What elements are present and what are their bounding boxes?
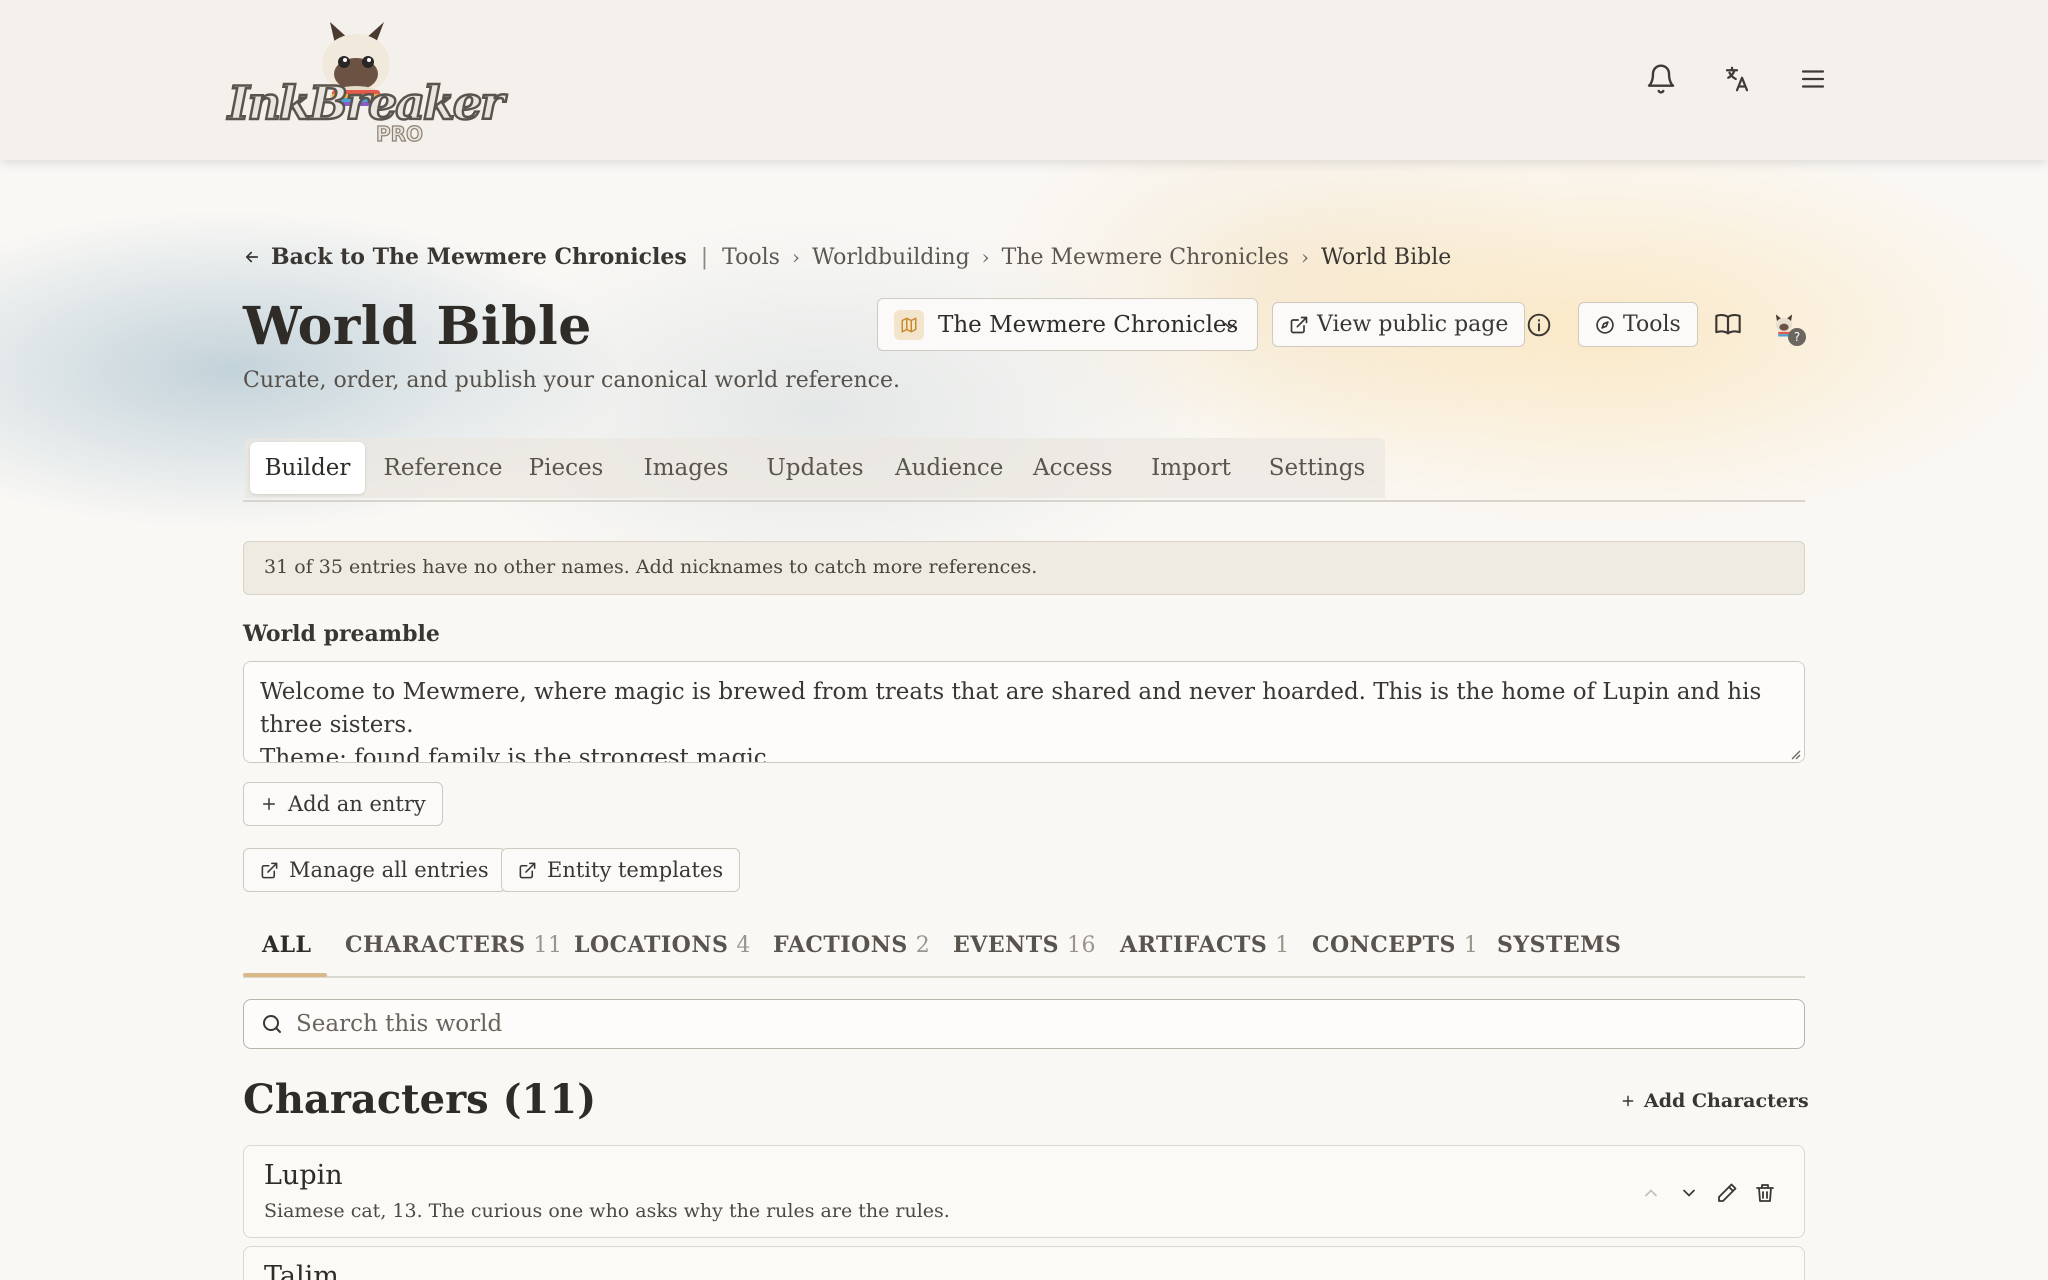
- category-tabs: ALL CHARACTERS 11 LOCATIONS 4 FACTIONS 2 EV…: [243, 920, 1805, 978]
- project-select-value: The Mewmere Chronicles: [938, 311, 1239, 338]
- compass-icon: [1596, 315, 1614, 334]
- preamble-textarea[interactable]: [243, 661, 1805, 763]
- manage-entries-label: Manage all entries: [289, 858, 489, 882]
- top-app-bar: InkBreaker PRO: [0, 0, 2048, 160]
- entry-card[interactable]: Lupin Siamese cat, 13. The curious one w…: [243, 1145, 1805, 1238]
- page-tabs: Builder Reference Pieces Images Updates …: [243, 438, 1805, 502]
- breadcrumb-divider: |: [700, 244, 709, 270]
- plus-icon: [263, 798, 275, 810]
- back-link[interactable]: Back to The Mewmere Chronicles: [243, 244, 687, 270]
- category-tab-label: CONCEPTS: [1312, 932, 1456, 958]
- breadcrumb: Back to The Mewmere Chronicles | Tools ›…: [243, 240, 1451, 274]
- entry-card[interactable]: Talim: [243, 1246, 1805, 1280]
- resize-grip-icon[interactable]: [1789, 748, 1801, 760]
- tab-settings[interactable]: Settings: [1267, 442, 1367, 494]
- add-entry-label: Add an entry: [288, 792, 426, 816]
- mascot-help-button[interactable]: ?: [1764, 306, 1806, 346]
- category-tab-all[interactable]: ALL: [262, 932, 312, 958]
- breadcrumb-item-tools[interactable]: Tools: [722, 245, 780, 270]
- manage-entries-button[interactable]: Manage all entries: [243, 848, 506, 892]
- characters-heading: Characters (11): [243, 1076, 597, 1123]
- tools-button[interactable]: Tools: [1578, 302, 1698, 347]
- app-logo[interactable]: InkBreaker PRO: [224, 18, 506, 148]
- tools-label: Tools: [1623, 312, 1681, 337]
- category-tab-systems[interactable]: SYSTEMS: [1497, 932, 1621, 958]
- tab-images[interactable]: Images: [643, 442, 729, 494]
- category-tab-concepts[interactable]: CONCEPTS 1: [1312, 932, 1478, 958]
- category-tab-label: EVENTS: [953, 932, 1059, 958]
- category-tab-count: 2: [915, 933, 931, 958]
- breadcrumb-item-project[interactable]: The Mewmere Chronicles: [1002, 245, 1289, 270]
- menu-icon[interactable]: [1794, 60, 1832, 98]
- tab-import[interactable]: Import: [1151, 442, 1231, 494]
- header-background-wash: [0, 160, 2048, 680]
- category-tab-label: ALL: [262, 932, 312, 958]
- search-icon: [263, 1015, 281, 1033]
- category-tab-label: CHARACTERS: [345, 932, 526, 958]
- chevron-right-icon: ›: [791, 245, 800, 269]
- search-box[interactable]: [243, 999, 1805, 1049]
- category-tab-label: SYSTEMS: [1497, 932, 1622, 958]
- info-icon[interactable]: [1519, 305, 1559, 345]
- breadcrumb-current: World Bible: [1320, 244, 1452, 270]
- entry-description: Siamese cat, 13. The curious one who ask…: [264, 1200, 950, 1222]
- category-tab-characters[interactable]: CHARACTERS 11: [345, 932, 563, 958]
- category-tab-factions[interactable]: FACTIONS 2: [773, 932, 930, 958]
- category-tab-count: 1: [1463, 933, 1479, 958]
- logo-wordmark: InkBreaker: [227, 75, 506, 132]
- chevron-right-icon: ›: [981, 245, 990, 269]
- chevron-right-icon: ›: [1300, 245, 1309, 269]
- add-entry-button[interactable]: Add an entry: [243, 782, 443, 826]
- category-tab-events[interactable]: EVENTS 16: [953, 932, 1096, 958]
- page-title: World Bible: [243, 296, 592, 357]
- tab-builder[interactable]: Builder: [250, 442, 365, 494]
- category-tab-label: LOCATIONS: [574, 932, 729, 958]
- search-input[interactable]: [296, 1011, 1696, 1037]
- category-tab-artifacts[interactable]: ARTIFACTS 1: [1120, 932, 1290, 958]
- category-tab-count: 4: [736, 933, 751, 958]
- logo-pro-badge: PRO: [375, 121, 424, 146]
- category-tab-count: 1: [1275, 933, 1290, 958]
- add-characters-label: Add Characters: [1644, 1090, 1809, 1112]
- entity-templates-button[interactable]: Entity templates: [501, 848, 741, 892]
- view-public-page-label: View public page: [1317, 312, 1509, 337]
- active-category-underline: [243, 973, 327, 977]
- bell-icon[interactable]: [1642, 60, 1680, 98]
- book-open-icon[interactable]: [1708, 304, 1748, 344]
- help-badge: ?: [1788, 328, 1806, 346]
- breadcrumb-item-worldbuilding[interactable]: Worldbuilding: [812, 245, 970, 270]
- page-subtitle: Curate, order, and publish your canonica…: [243, 368, 900, 393]
- category-tab-locations[interactable]: LOCATIONS 4: [574, 932, 751, 958]
- plus-icon: [1622, 1095, 1634, 1107]
- external-link-icon: [519, 862, 536, 878]
- arrow-left-icon: [245, 251, 259, 263]
- tab-pieces[interactable]: Pieces: [521, 442, 611, 494]
- map-icon: [894, 309, 924, 340]
- translate-icon[interactable]: [1718, 60, 1756, 98]
- category-tab-label: ARTIFACTS: [1120, 932, 1268, 958]
- add-characters-button[interactable]: Add Characters: [1620, 1090, 1809, 1112]
- tab-reference[interactable]: Reference: [383, 442, 503, 494]
- move-down-icon[interactable]: [1674, 1178, 1704, 1208]
- move-up-icon[interactable]: [1636, 1178, 1666, 1208]
- tab-access[interactable]: Access: [1033, 442, 1113, 494]
- entity-templates-label: Entity templates: [547, 858, 724, 882]
- chevron-down-icon: [1221, 315, 1239, 341]
- tab-updates[interactable]: Updates: [765, 442, 865, 494]
- category-tab-label: FACTIONS: [773, 932, 908, 958]
- preamble-label: World preamble: [243, 621, 440, 647]
- project-select[interactable]: The Mewmere Chronicles: [877, 298, 1258, 351]
- delete-trash-icon[interactable]: [1750, 1178, 1780, 1208]
- entry-name: Talim: [264, 1261, 339, 1280]
- nicknames-notice: 31 of 35 entries have no other names. Ad…: [243, 541, 1805, 595]
- view-public-page-button[interactable]: View public page: [1272, 302, 1526, 347]
- edit-pencil-icon[interactable]: [1712, 1178, 1742, 1208]
- category-tab-count: 16: [1066, 933, 1096, 958]
- category-tab-count: 11: [533, 933, 563, 958]
- external-link-icon: [1290, 316, 1308, 333]
- entry-name: Lupin: [264, 1160, 343, 1191]
- tab-audience[interactable]: Audience: [895, 442, 1003, 494]
- external-link-icon: [261, 862, 278, 878]
- back-link-label: Back to The Mewmere Chronicles: [271, 244, 687, 270]
